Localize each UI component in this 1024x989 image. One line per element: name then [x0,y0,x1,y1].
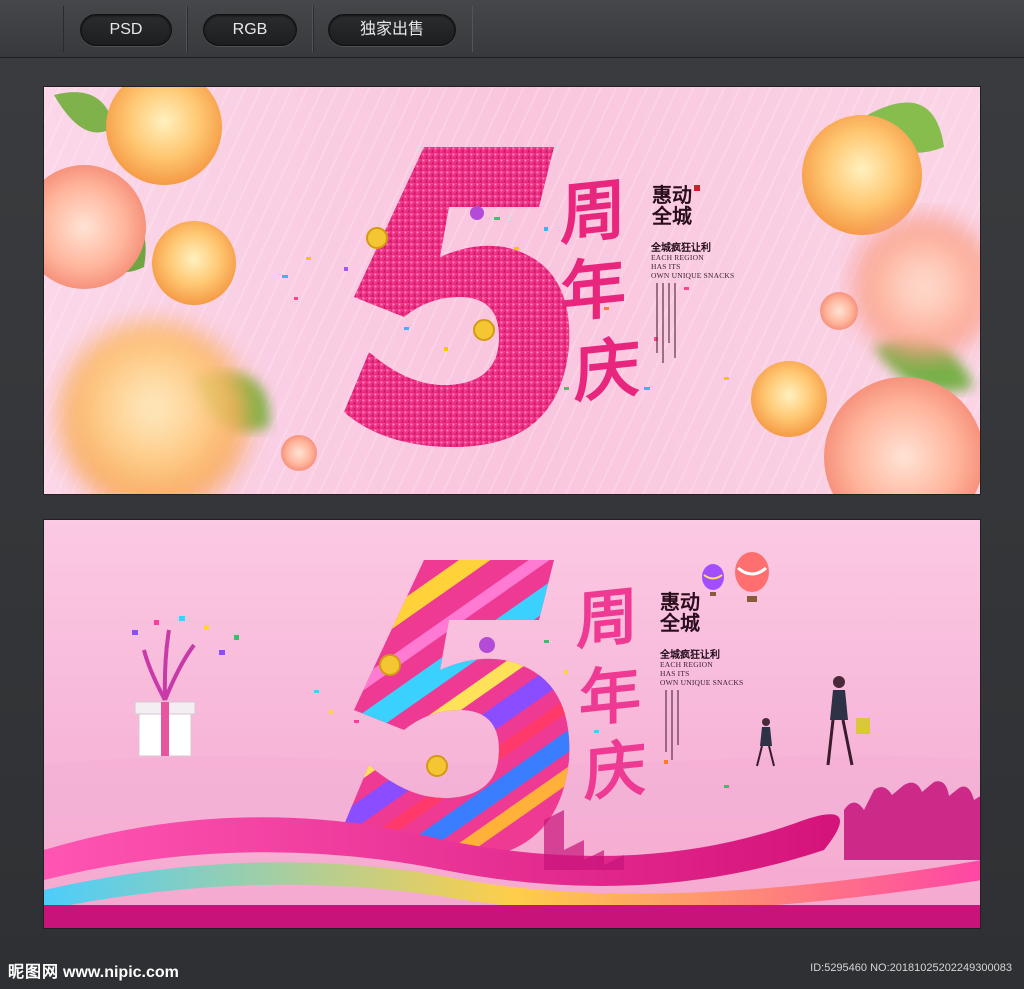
english-line: HAS ITS [651,262,681,271]
flower-icon [152,221,236,305]
english-line: OWN UNIQUE SNACKS [660,678,744,687]
flower-icon [751,361,827,437]
promo-title: 惠动 全城 [652,185,692,227]
flower-icon [802,115,922,235]
image-id-label: ID:5295460 NO:20181025202249300083 [810,962,1012,974]
coin-icon [426,755,448,777]
decor-text-column [662,283,664,363]
bottom-band [44,905,980,928]
hot-air-balloon-icon [702,564,724,596]
numeral-five-glitter [344,147,570,447]
gift-box-icon [134,629,196,757]
banner-preview-1[interactable]: 周 年 庆 惠动 全城 全城疯狂让利 EACH REGION HAS ITS O… [43,86,981,495]
promo-title-line1: 惠动 [660,590,700,614]
banner-preview-2[interactable]: 周 年 庆 惠动 全城 全城疯狂让利 EACH REGION HAS ITS O… [43,519,981,929]
coin-icon [366,227,388,249]
english-line: EACH REGION [660,660,713,669]
promo-title: 惠动 全城 [660,592,700,634]
coin-icon [473,319,495,341]
rgb-mode-button[interactable]: RGB [203,14,297,46]
flower-icon [824,377,980,494]
flower-icon [820,292,858,330]
woman-figure [826,676,870,766]
flower-icon [281,435,317,471]
decor-text-column [671,690,673,760]
site-url: www.nipic.com [63,964,179,981]
site-logo[interactable]: 昵图网 www.nipic.com [8,958,179,982]
headline-char-qing: 庆 [584,730,647,811]
english-line: OWN UNIQUE SNACKS [651,271,735,280]
coin-icon [379,654,401,676]
headline-char-qing: 庆 [574,328,640,413]
english-line: HAS ITS [660,669,690,678]
flower-icon [106,87,222,185]
purple-ball-decor [470,206,484,220]
exclusive-sale-button[interactable]: 独家出售 [328,14,456,46]
promo-subtitle: 全城疯狂让利 [651,243,711,254]
english-line: EACH REGION [651,253,704,262]
leaf-shape [54,92,114,133]
top-toolbar: PSD RGB 独家出售 [0,0,1024,58]
confetti [132,616,239,655]
psd-format-button[interactable]: PSD [80,14,172,46]
promo-title-line2: 全城 [652,204,692,228]
decor-text-column [656,283,658,353]
site-brand-name: 昵图网 [8,962,60,981]
decor-text-column [668,283,670,343]
banner1-artwork [44,87,980,494]
decor-text-column [677,690,679,745]
flower-icon [854,217,980,357]
decor-text-column [665,690,667,752]
promo-title-line2: 全城 [660,611,700,635]
hot-air-balloon-icon [735,552,769,602]
banner2-artwork [44,552,980,928]
flower-icon [59,322,249,494]
red-seal-icon [694,185,700,191]
purple-ball-decor [479,637,495,653]
promo-title-line1: 惠动 [652,183,692,207]
decor-text-column [674,283,676,358]
promo-subtitle: 全城疯狂让利 [660,650,720,661]
